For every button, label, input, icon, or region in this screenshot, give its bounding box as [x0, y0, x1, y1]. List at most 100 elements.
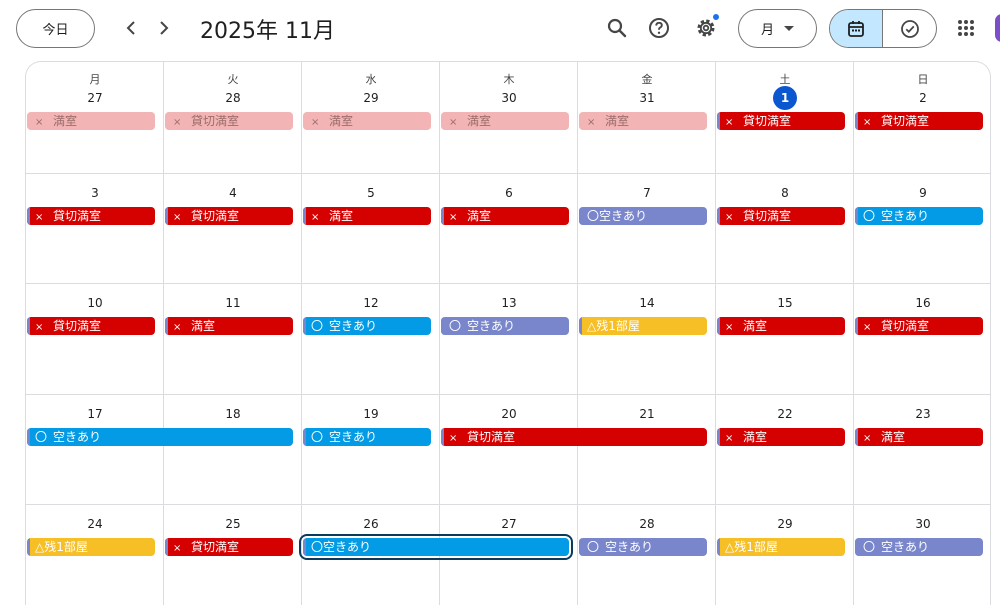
day-number[interactable]: 12	[302, 296, 440, 310]
calendar-task-toggle	[829, 9, 937, 48]
event-title: 空きあり	[881, 209, 930, 223]
day-number-today[interactable]: 1	[716, 86, 854, 110]
event-chip[interactable]: × 満室	[27, 112, 155, 130]
calendar-color-strip	[27, 317, 30, 335]
day-number[interactable]: 18	[164, 407, 302, 421]
next-month-button[interactable]	[150, 14, 178, 42]
day-number[interactable]: 25	[164, 517, 302, 531]
day-number[interactable]: 17	[26, 407, 164, 421]
event-chip[interactable]: 〇空きあり	[299, 534, 573, 560]
help-button[interactable]	[643, 12, 675, 44]
event-title: 貸切満室	[53, 319, 102, 333]
apps-button[interactable]	[950, 12, 982, 44]
event-chip[interactable]: △残1部屋	[579, 317, 707, 335]
event-title: 空きあり	[605, 540, 654, 554]
day-number[interactable]: 2	[854, 91, 990, 105]
weekday-header: 日	[917, 73, 929, 86]
day-number[interactable]: 22	[716, 407, 854, 421]
day-number[interactable]: 29	[716, 517, 854, 531]
event-chip[interactable]: 〇空きあり	[855, 538, 983, 556]
event-chip[interactable]: × 貸切満室	[165, 112, 293, 130]
day-number[interactable]: 24	[26, 517, 164, 531]
day-number[interactable]: 13	[440, 296, 578, 310]
event-chip[interactable]: 〇空きあり	[441, 317, 569, 335]
event-title: 空きあり	[329, 430, 378, 444]
search-button[interactable]	[601, 12, 633, 44]
event-chip[interactable]: × 貸切満室	[27, 317, 155, 335]
event-chip[interactable]: △残1部屋	[717, 538, 845, 556]
search-icon	[607, 18, 627, 38]
event-chip[interactable]: 〇空きあり	[303, 317, 431, 335]
calendar-view-button[interactable]	[830, 10, 884, 47]
event-chip[interactable]: × 満室	[441, 207, 569, 225]
full-mark-icon: ×	[173, 543, 182, 554]
row-divider	[26, 283, 990, 284]
event-title: 満室	[743, 319, 768, 333]
day-number[interactable]: 29	[302, 91, 440, 105]
event-chip[interactable]: 〇空きあり	[855, 207, 983, 225]
day-number[interactable]: 9	[854, 186, 990, 200]
available-mark-icon: 〇	[587, 540, 600, 554]
calendar-color-strip	[441, 428, 444, 446]
day-number[interactable]: 8	[716, 186, 854, 200]
day-number[interactable]: 11	[164, 296, 302, 310]
calendar-color-strip	[717, 428, 720, 446]
help-icon	[649, 18, 669, 38]
event-chip[interactable]: △残1部屋	[27, 538, 155, 556]
today-button[interactable]: 今日	[16, 9, 95, 48]
event-chip[interactable]: × 満室	[441, 112, 569, 130]
calendar-color-strip	[303, 207, 306, 225]
tasks-view-button[interactable]	[883, 10, 936, 47]
event-chip[interactable]: × 満室	[717, 317, 845, 335]
available-mark-icon: 〇	[863, 209, 876, 223]
day-number[interactable]: 28	[578, 517, 716, 531]
event-chip[interactable]: × 貸切満室	[165, 207, 293, 225]
day-number[interactable]: 31	[578, 91, 716, 105]
day-number[interactable]: 6	[440, 186, 578, 200]
day-number[interactable]: 7	[578, 186, 716, 200]
event-chip[interactable]: 〇空きあり	[27, 428, 293, 446]
event-chip[interactable]: × 貸切満室	[27, 207, 155, 225]
day-number[interactable]: 10	[26, 296, 164, 310]
event-title: 貸切満室	[881, 114, 930, 128]
event-chip[interactable]: × 満室	[717, 428, 845, 446]
event-title: 貸切満室	[881, 319, 930, 333]
available-mark-icon: 〇	[449, 319, 462, 333]
event-chip[interactable]: × 満室	[303, 112, 431, 130]
day-number[interactable]: 16	[854, 296, 990, 310]
event-chip[interactable]: × 貸切満室	[855, 112, 983, 130]
event-chip[interactable]: × 貸切満室	[441, 428, 707, 446]
event-chip[interactable]: × 満室	[303, 207, 431, 225]
day-number[interactable]: 14	[578, 296, 716, 310]
day-number[interactable]: 27	[26, 91, 164, 105]
day-number[interactable]: 15	[716, 296, 854, 310]
day-number[interactable]: 30	[440, 91, 578, 105]
avatar[interactable]	[995, 14, 1000, 42]
event-chip[interactable]: 〇空きあり	[303, 428, 431, 446]
day-number[interactable]: 19	[302, 407, 440, 421]
day-number[interactable]: 3	[26, 186, 164, 200]
event-chip[interactable]: × 貸切満室	[717, 112, 845, 130]
view-selector[interactable]: 月	[738, 9, 817, 48]
event-chip[interactable]: × 貸切満室	[165, 538, 293, 556]
event-chip[interactable]: × 満室	[579, 112, 707, 130]
calendar-color-strip	[717, 112, 720, 130]
event-chip[interactable]: × 貸切満室	[717, 207, 845, 225]
event-chip[interactable]: × 満室	[855, 428, 983, 446]
day-number[interactable]: 4	[164, 186, 302, 200]
settings-button[interactable]	[690, 12, 722, 44]
day-number[interactable]: 27	[440, 517, 578, 531]
event-chip[interactable]: × 満室	[165, 317, 293, 335]
event-chip[interactable]: 〇空きあり	[579, 207, 707, 225]
day-number[interactable]: 30	[854, 517, 990, 531]
day-number[interactable]: 5	[302, 186, 440, 200]
day-number[interactable]: 20	[440, 407, 578, 421]
calendar-color-strip	[165, 317, 168, 335]
event-chip[interactable]: × 貸切満室	[855, 317, 983, 335]
day-number[interactable]: 23	[854, 407, 990, 421]
prev-month-button[interactable]	[117, 14, 145, 42]
event-chip[interactable]: 〇空きあり	[579, 538, 707, 556]
day-number[interactable]: 21	[578, 407, 716, 421]
day-number[interactable]: 28	[164, 91, 302, 105]
day-number[interactable]: 26	[302, 517, 440, 531]
